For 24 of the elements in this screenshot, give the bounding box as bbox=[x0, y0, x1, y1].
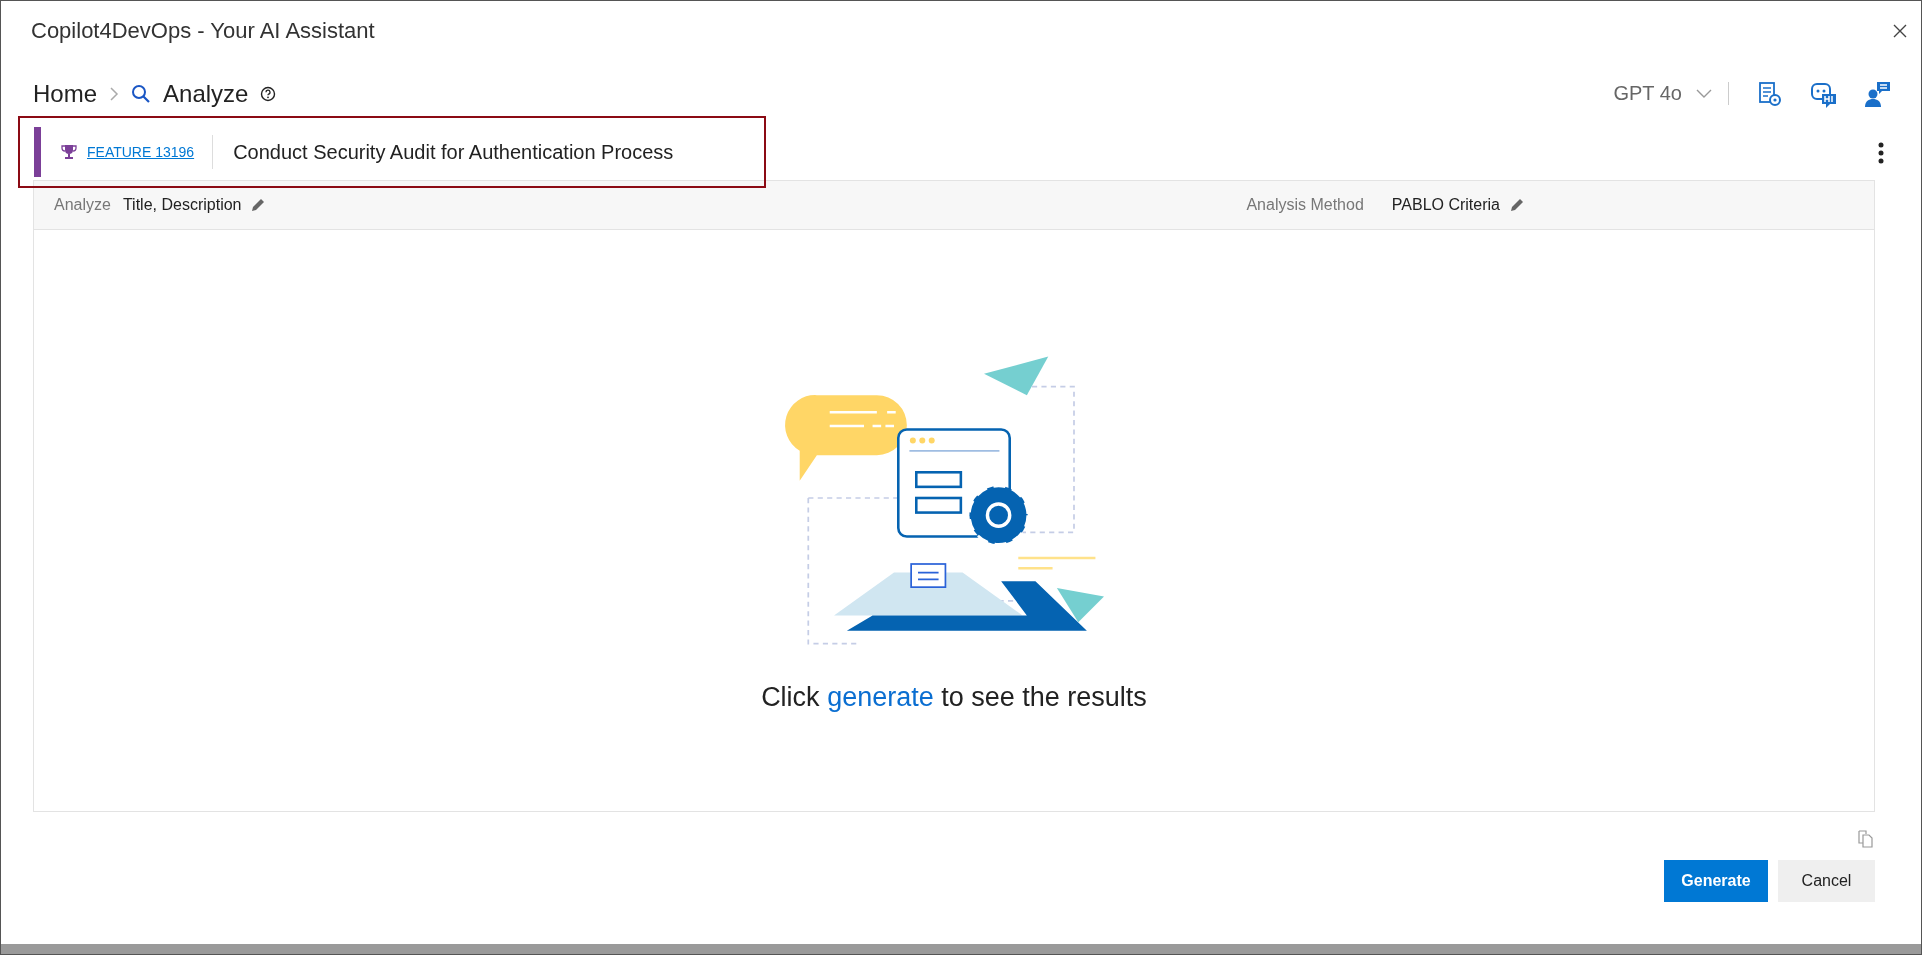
empty-state-message: Click generate to see the results bbox=[761, 682, 1147, 713]
user-chat-icon[interactable] bbox=[1863, 79, 1891, 108]
edit-icon[interactable] bbox=[1510, 198, 1524, 212]
breadcrumb-current: Analyze bbox=[163, 79, 249, 108]
window-title: Copilot4DevOps - Your AI Assistant bbox=[31, 18, 375, 44]
chevron-down-icon bbox=[1696, 88, 1712, 99]
model-dropdown[interactable]: GPT 4o bbox=[1613, 82, 1729, 105]
method-label: Analysis Method bbox=[1246, 196, 1364, 214]
work-item-title: Conduct Security Audit for Authentication Process bbox=[233, 140, 674, 164]
analyze-value: Title, Description bbox=[122, 196, 242, 214]
breadcrumb-home[interactable]: Home bbox=[33, 79, 98, 108]
chevron-icon bbox=[109, 85, 120, 102]
analyze-label: Analyze bbox=[54, 196, 111, 214]
cancel-button[interactable]: Cancel bbox=[1778, 860, 1875, 902]
generate-button[interactable]: Generate bbox=[1664, 860, 1768, 902]
search-icon bbox=[131, 83, 152, 104]
generate-link[interactable]: generate bbox=[827, 682, 934, 712]
work-item-link[interactable]: FEATURE 13196 bbox=[87, 135, 214, 169]
trophy-icon bbox=[61, 144, 77, 160]
edit-icon[interactable] bbox=[251, 198, 266, 212]
close-icon[interactable] bbox=[1893, 24, 1907, 38]
more-options-icon[interactable] bbox=[1878, 142, 1884, 164]
method-value: PABLO Criteria bbox=[1391, 196, 1500, 214]
help-icon[interactable] bbox=[260, 85, 277, 102]
